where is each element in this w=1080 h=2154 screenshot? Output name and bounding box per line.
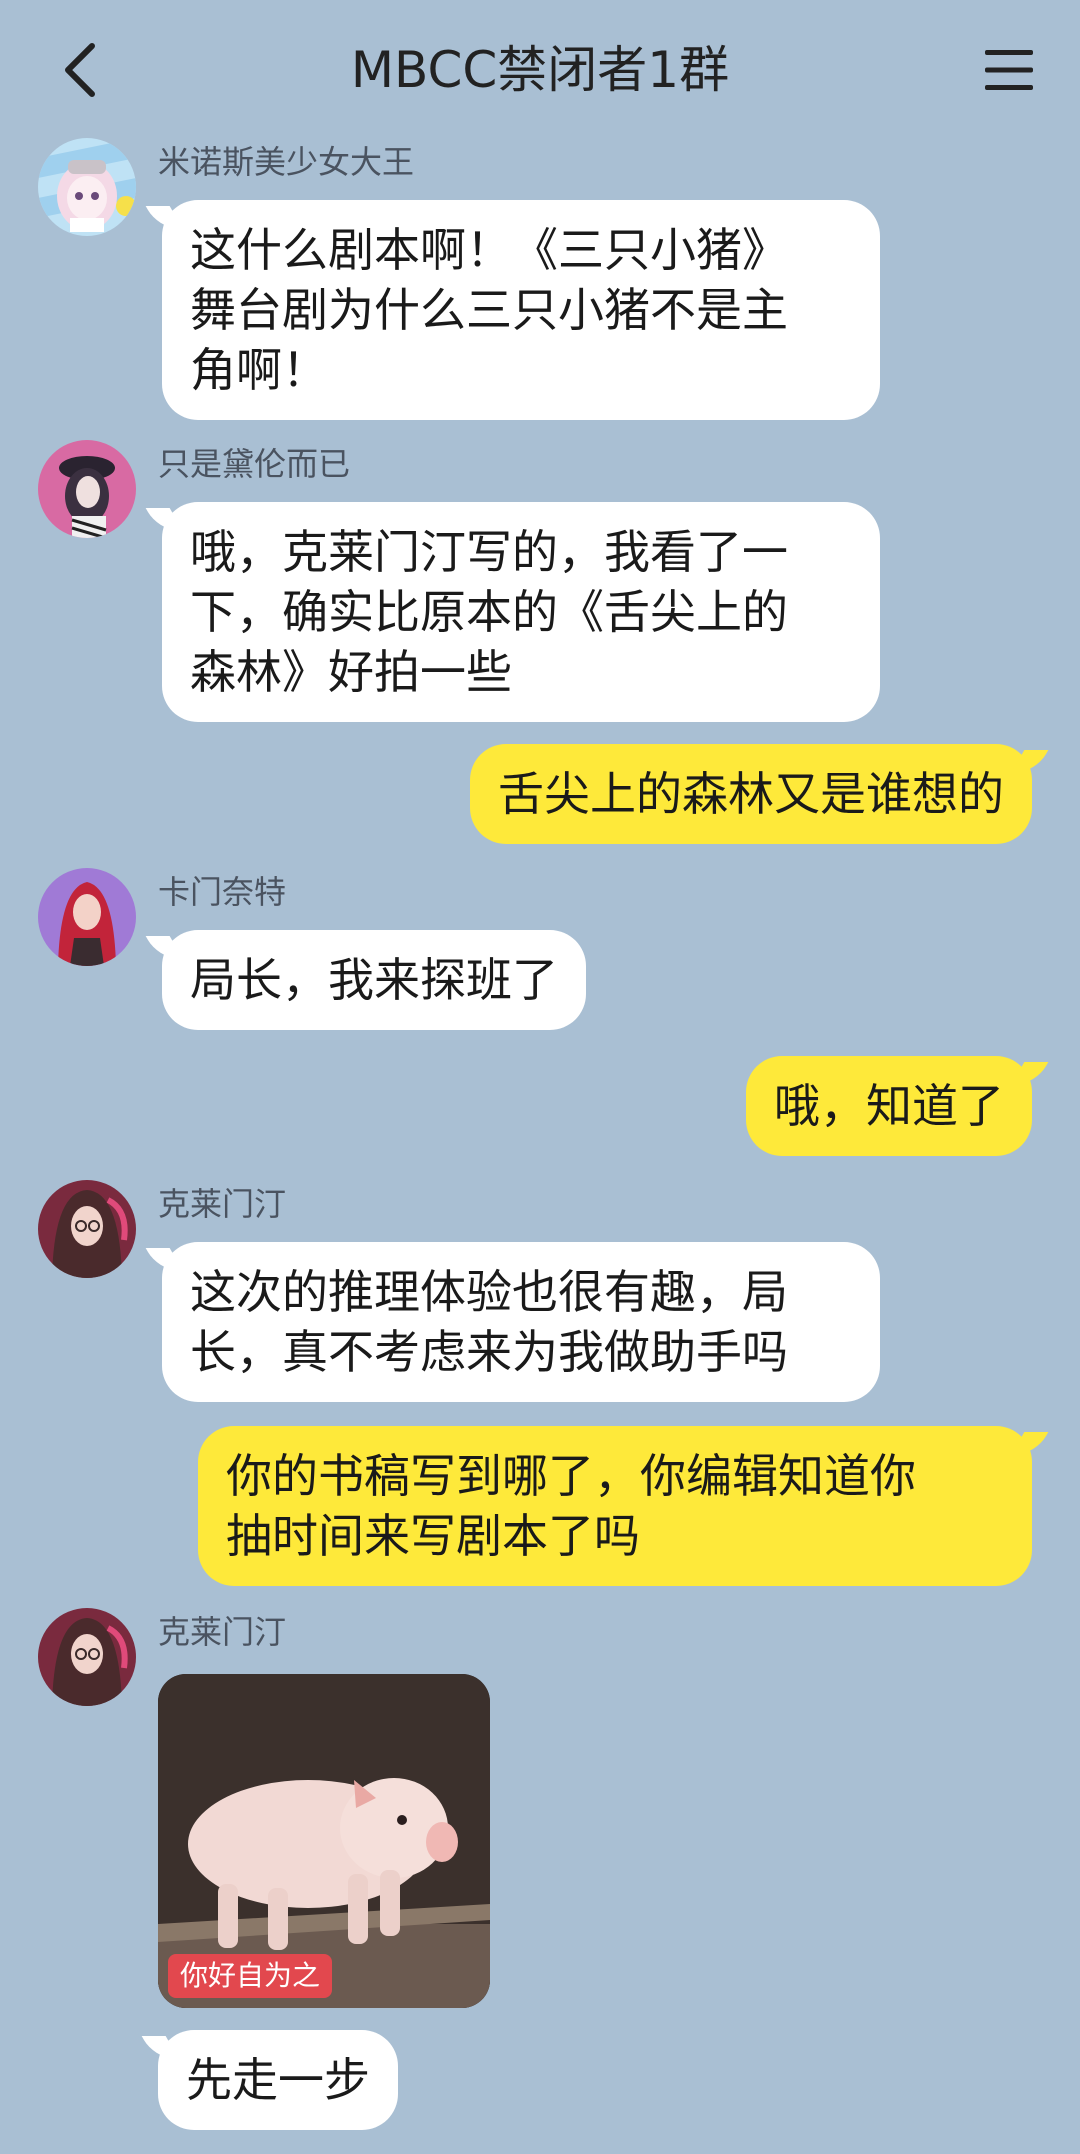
avatar[interactable]	[38, 1180, 136, 1278]
message-bubble[interactable]: 你的书稿写到哪了，你编辑知道你 抽时间来写剧本了吗	[198, 1426, 1032, 1586]
sender-name: 只是黛伦而已	[158, 445, 351, 483]
message-bubble[interactable]: 这什么剧本啊！《三只小猪》 舞台剧为什么三只小猪不是主 角啊！	[162, 200, 880, 420]
chat-title: MBCC禁闭者1群	[350, 41, 730, 99]
sender-name: 卡门奈特	[158, 873, 287, 911]
message-bubble[interactable]: 哦，知道了	[746, 1056, 1032, 1156]
message-bubble[interactable]: 舌尖上的森林又是谁想的	[470, 744, 1032, 844]
sticker-caption: 你好自为之	[168, 1954, 333, 1998]
sticker-image[interactable]: 你好自为之	[158, 1674, 490, 2008]
message-bubble[interactable]: 局长，我来探班了	[162, 930, 586, 1030]
sender-name: 克莱门汀	[158, 1613, 287, 1651]
avatar[interactable]	[38, 868, 136, 966]
message-bubble[interactable]: 这次的推理体验也很有趣，局 长，真不考虑来为我做助手吗	[162, 1242, 880, 1402]
chat-header: MBCC禁闭者1群	[0, 0, 1080, 138]
menu-button[interactable]	[966, 30, 1052, 110]
avatar[interactable]	[38, 440, 136, 538]
message-bubble[interactable]: 哦，克莱门汀写的，我看了一 下，确实比原本的《舌尖上的 森林》好拍一些	[162, 502, 880, 722]
sender-name: 克莱门汀	[158, 1185, 287, 1223]
avatar[interactable]	[38, 138, 136, 236]
sender-name: 米诺斯美少女大王	[158, 143, 415, 181]
message-bubble[interactable]: 先走一步	[158, 2030, 398, 2130]
menu-icon	[985, 50, 1033, 90]
avatar[interactable]	[38, 1608, 136, 1706]
